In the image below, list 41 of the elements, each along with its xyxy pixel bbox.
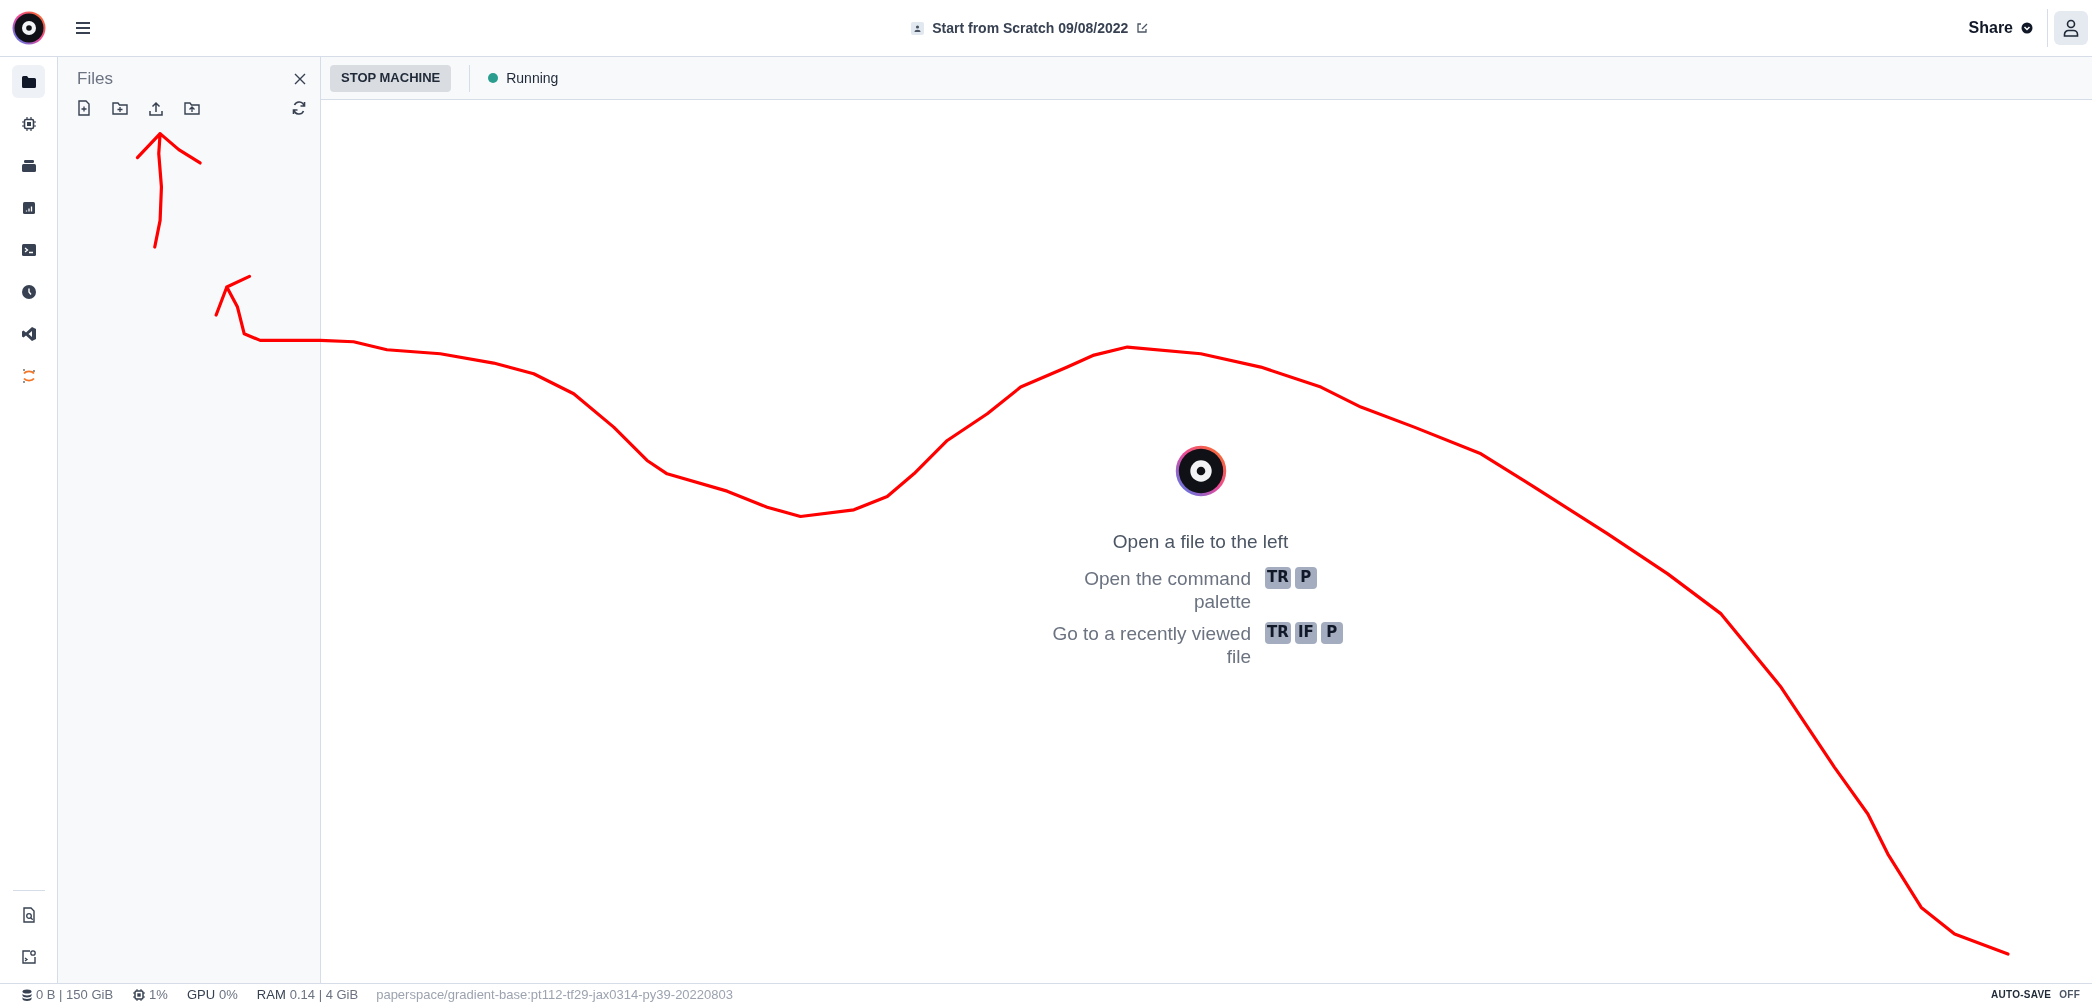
gpu-usage: 0%: [219, 985, 238, 1004]
welcome-heading: Open a file to the left: [1112, 530, 1289, 554]
edit-icon[interactable]: [1136, 22, 1149, 34]
keyboard-key: TR: [1265, 621, 1291, 644]
auto-save-value[interactable]: OFF: [2059, 987, 2080, 1002]
ram-label: RAM: [256, 985, 286, 1004]
machine-status: Running: [506, 68, 559, 88]
stop-machine-button[interactable]: STOP MACHINE: [330, 64, 452, 92]
file-search-icon[interactable]: [21, 907, 36, 923]
caret-icon: [2021, 22, 2033, 34]
folder-upload-icon[interactable]: [184, 101, 200, 115]
logo-icon: [1174, 445, 1227, 497]
keyboard-key: TR: [1265, 566, 1291, 589]
container-image: paperspace/gradient-base:pt112-tf29-jax0314-py39-20220803: [376, 985, 733, 1004]
share-button[interactable]: Share: [1968, 16, 2033, 40]
logo-icon[interactable]: [12, 11, 46, 45]
upload-icon[interactable]: [149, 100, 163, 116]
menu-icon[interactable]: [75, 21, 91, 35]
storage-usage: 0 B | 150 GiB: [36, 985, 114, 1004]
keyboard-key: P: [1294, 566, 1317, 589]
close-icon[interactable]: [294, 72, 306, 85]
gpu-label: GPU: [186, 985, 216, 1004]
keyboard-key: IF: [1294, 621, 1317, 644]
database-icon: [22, 988, 32, 1001]
hint-text: Open the command palette: [1083, 566, 1251, 613]
refresh-icon[interactable]: [292, 101, 306, 115]
auto-save-label: AUTO-SAVE: [1991, 988, 2052, 1002]
keyboard-key: P: [1320, 621, 1343, 644]
hint-text: Go to a recently viewed file: [1051, 621, 1251, 668]
chip-icon: [133, 988, 146, 1001]
new-file-icon[interactable]: [77, 100, 91, 116]
person-icon: [2063, 19, 2079, 37]
ram-usage: 0.14 | 4 GiB: [289, 985, 359, 1004]
account-button[interactable]: [2054, 11, 2088, 45]
terminal-search-icon[interactable]: [20, 949, 37, 965]
person-icon: [911, 21, 925, 35]
new-folder-icon[interactable]: [112, 101, 128, 115]
cpu-usage: 1%: [149, 985, 168, 1004]
panel-title: Files: [77, 67, 113, 90]
folder-icon[interactable]: [12, 65, 45, 98]
notebook-title: Start from Scratch 09/08/2022: [932, 18, 1129, 38]
